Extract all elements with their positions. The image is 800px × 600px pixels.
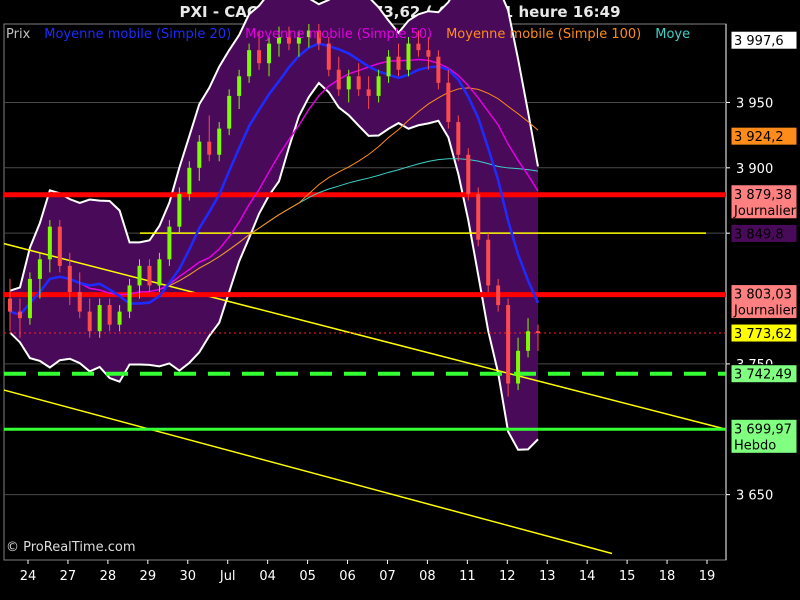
candle-body: [486, 239, 491, 286]
price-tag-label: 3 924,2: [734, 130, 784, 145]
x-tick-label: Jul: [219, 569, 236, 584]
price-tag-sub: Hebdo: [734, 438, 776, 453]
x-tick-label: 11: [459, 569, 476, 584]
candle-body: [157, 259, 162, 286]
x-tick-label: 27: [60, 569, 77, 584]
watermark: © ProRealTime.com: [6, 540, 136, 555]
x-tick-label: 08: [419, 569, 436, 584]
candle-body: [77, 292, 82, 312]
candle-body: [326, 43, 331, 70]
price-tag-label: 3 773,62: [734, 327, 792, 342]
candle-body: [217, 128, 222, 155]
candle-body: [346, 76, 351, 90]
candle-body: [336, 69, 341, 90]
candle-body: [496, 285, 501, 306]
candle-body: [426, 50, 431, 57]
candle-body: [57, 226, 62, 266]
legend-item: Moye: [655, 27, 690, 42]
legend-item: Moyenne mobile (Simple 20): [44, 27, 231, 42]
candle-body: [436, 56, 441, 83]
candle-body: [47, 226, 52, 260]
candle-body: [17, 311, 22, 319]
x-tick-label: 13: [539, 569, 556, 584]
x-tick-label: 15: [619, 569, 636, 584]
candle-body: [396, 56, 401, 70]
candle-body: [87, 311, 92, 332]
candle-body: [536, 331, 540, 334]
candle-body: [117, 311, 122, 325]
price-tag-label: 3 849,8: [734, 227, 784, 242]
price-tag-sub: Journalier: [733, 304, 797, 319]
price-tag-label: 3 699,97: [734, 422, 792, 437]
legend-item: Prix: [6, 27, 31, 42]
price-tag-label: 3 997,6: [734, 34, 784, 49]
x-tick-label: 04: [259, 569, 276, 584]
candle-body: [8, 298, 12, 312]
legend-item: Moyenne mobile (Simple 50): [245, 27, 432, 42]
candle-body: [416, 43, 421, 51]
candle-body: [376, 76, 381, 96]
y-tick-label: 3 900: [736, 162, 773, 177]
candle-body: [456, 122, 461, 155]
candle-body: [27, 278, 32, 319]
candle-body: [366, 89, 371, 96]
x-tick-label: 30: [179, 569, 196, 584]
chart-svg[interactable]: 3 9503 9003 8503 7503 6502427282930Jul04…: [0, 0, 800, 600]
x-tick-label: 07: [379, 569, 396, 584]
price-tag-label: 3 879,38: [734, 188, 792, 203]
candle-body: [247, 50, 252, 77]
candle-body: [466, 154, 471, 194]
candle-body: [227, 95, 232, 129]
candle-body: [386, 56, 391, 77]
x-tick-label: 19: [699, 569, 716, 584]
bollinger-area: [10, 0, 538, 450]
candle-body: [476, 193, 481, 240]
candle-body: [267, 43, 272, 64]
candle-body: [167, 226, 172, 260]
candle-body: [257, 50, 262, 64]
candle-body: [97, 305, 102, 332]
candle-body: [207, 141, 212, 155]
price-tag-label: 3 803,03: [734, 288, 792, 303]
y-tick-label: 3 950: [736, 96, 773, 111]
candle-body: [107, 305, 112, 325]
price-tag-label: 3 742,49: [734, 368, 792, 383]
x-tick-label: 24: [20, 569, 37, 584]
candle-body: [446, 82, 451, 123]
candle-body: [177, 193, 182, 227]
candle-body: [526, 331, 531, 351]
candle-body: [506, 305, 511, 384]
candle-body: [137, 265, 142, 286]
candle-body: [356, 76, 361, 90]
price-tag-sub: Journalier: [733, 204, 797, 219]
x-tick-label: 29: [140, 569, 157, 584]
candle-body: [516, 350, 521, 384]
candle-body: [237, 76, 242, 96]
candle-body: [197, 141, 202, 168]
candle-body: [127, 285, 132, 312]
x-tick-label: 06: [339, 569, 356, 584]
candle-body: [67, 265, 72, 292]
x-tick-label: 28: [100, 569, 117, 584]
candle-body: [37, 259, 42, 279]
x-tick-label: 05: [299, 569, 316, 584]
x-tick-label: 14: [579, 569, 596, 584]
x-tick-label: 12: [499, 569, 516, 584]
candle-body: [187, 167, 192, 194]
legend-item: Moyenne mobile (Simple 100): [446, 27, 641, 42]
candle-body: [147, 265, 152, 286]
candle-body: [406, 43, 411, 70]
x-tick-label: 18: [659, 569, 676, 584]
y-tick-label: 3 650: [736, 489, 773, 504]
